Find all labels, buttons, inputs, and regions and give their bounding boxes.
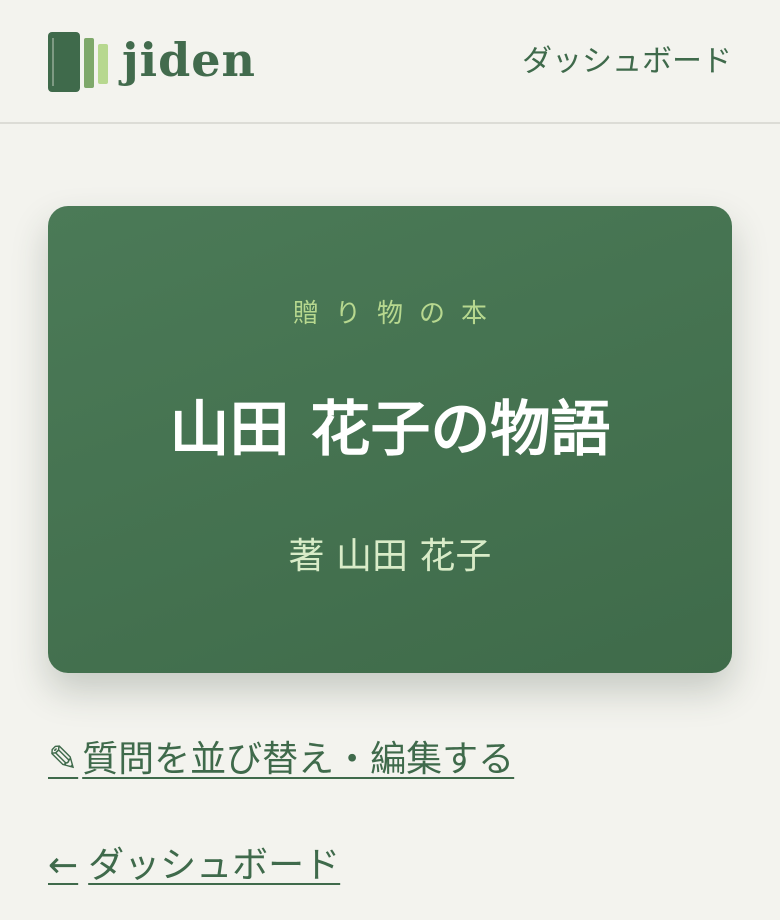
book-title: 山田 花子の物語	[169, 395, 611, 465]
back-to-dashboard-link[interactable]: ← ダッシュボード	[48, 842, 340, 890]
book-author: 著 山田 花子	[288, 536, 492, 577]
pencil-icon: ✎	[48, 739, 79, 780]
edit-questions-label: 質問を並び替え・編集する	[82, 739, 515, 780]
brand-logo[interactable]: jiden	[48, 32, 256, 92]
book-kicker: 贈り物の本	[292, 299, 503, 329]
edit-questions-link[interactable]: ✎ 質問を並び替え・編集する	[48, 736, 514, 784]
back-to-dashboard-label: ダッシュボード	[88, 845, 341, 886]
back-arrow-icon: ←	[48, 845, 79, 886]
brand-name: jiden	[122, 33, 256, 87]
gift-book-cover: 贈り物の本 山田 花子の物語 著 山田 花子	[48, 206, 732, 673]
nav-dashboard-link[interactable]: ダッシュボード	[522, 42, 732, 82]
books-icon	[48, 32, 108, 92]
site-header: jiden ダッシュボード	[0, 0, 780, 124]
